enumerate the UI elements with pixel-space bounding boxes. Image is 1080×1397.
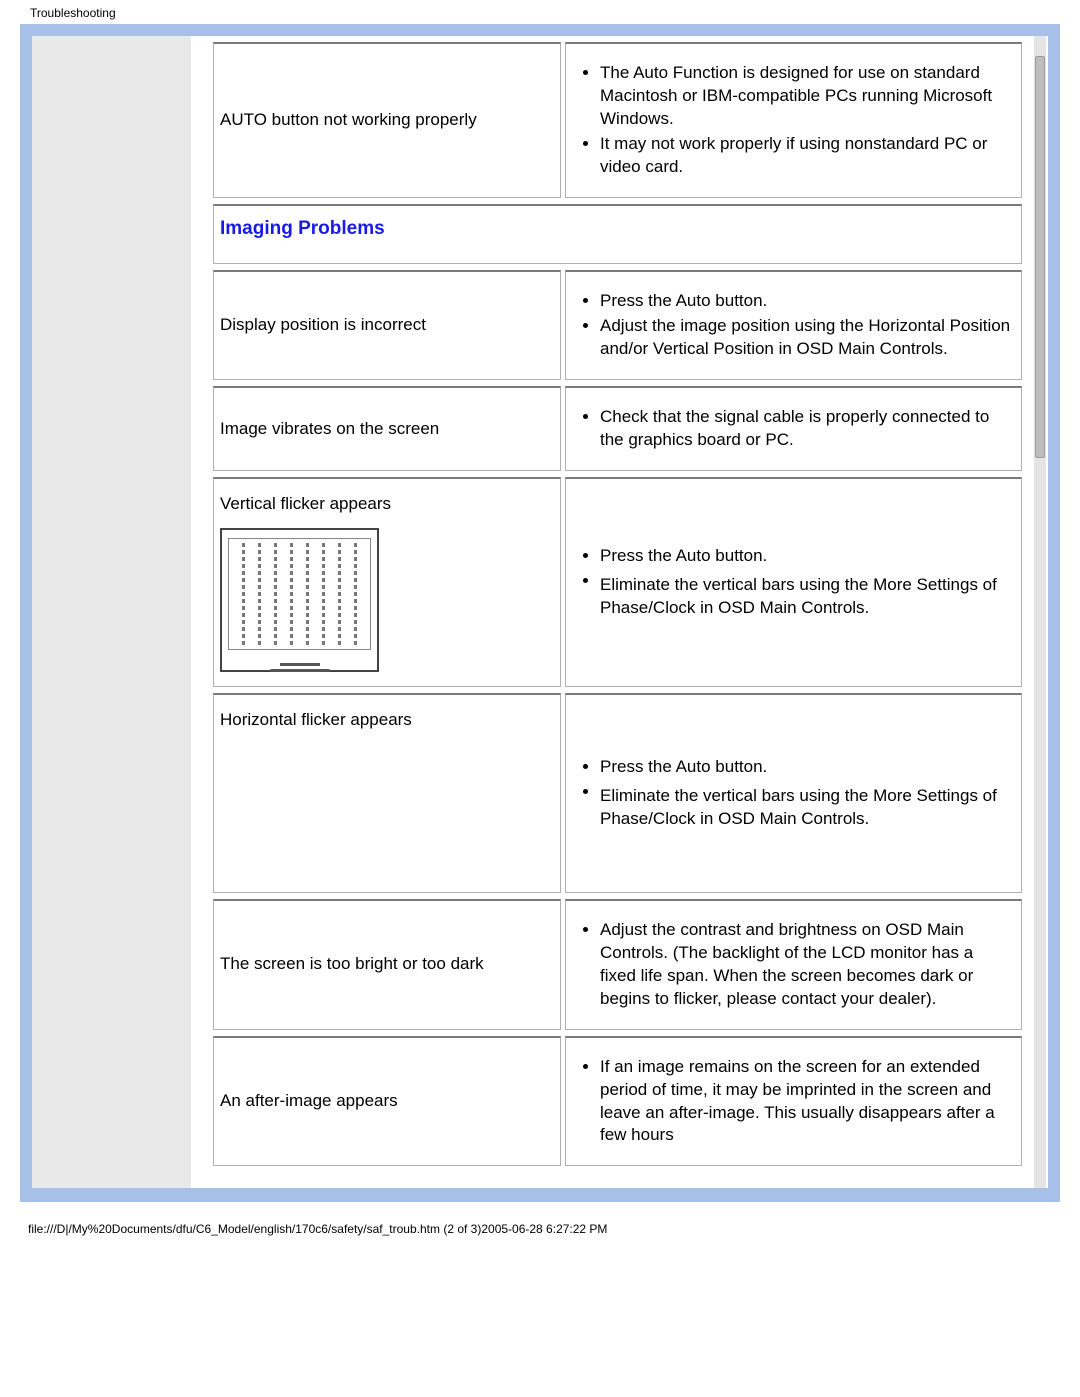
problem-text: Display position is incorrect xyxy=(220,315,426,334)
table-row: Display position is incorrect Press the … xyxy=(213,270,1022,380)
problem-cell: AUTO button not working properly xyxy=(213,42,561,198)
solution-item: Press the Auto button. xyxy=(600,756,1011,779)
solution-cell: If an image remains on the screen for an… xyxy=(565,1036,1022,1167)
table-section-row: Imaging Problems xyxy=(213,204,1022,265)
flicker-stripe-icon xyxy=(338,543,341,645)
vertical-scrollbar-thumb[interactable] xyxy=(1035,56,1045,458)
monitor-stand-icon xyxy=(280,663,320,666)
problem-text: Image vibrates on the screen xyxy=(220,419,439,438)
table-row: AUTO button not working properly The Aut… xyxy=(213,42,1022,198)
problem-text: An after-image appears xyxy=(220,1091,398,1110)
solution-item: Press the Auto button. xyxy=(600,545,1011,568)
flicker-stripe-icon xyxy=(242,543,245,645)
solution-cell: The Auto Function is designed for use on… xyxy=(565,42,1022,198)
monitor-base-icon xyxy=(270,669,330,672)
table-row: The screen is too bright or too dark Adj… xyxy=(213,899,1022,1030)
problem-cell: Display position is incorrect xyxy=(213,270,561,380)
page-title: Troubleshooting xyxy=(0,0,1080,24)
solution-item: Adjust the contrast and brightness on OS… xyxy=(600,919,1011,1011)
solution-cell: Press the Auto button. Adjust the image … xyxy=(565,270,1022,380)
section-heading: Imaging Problems xyxy=(213,204,1022,265)
table-row: An after-image appears If an image remai… xyxy=(213,1036,1022,1167)
problem-cell: Vertical flicker appears xyxy=(213,477,561,687)
vertical-scrollbar[interactable] xyxy=(1034,36,1046,1188)
solution-list: Press the Auto button. Adjust the image … xyxy=(572,290,1011,361)
solution-cell: Check that the signal cable is properly … xyxy=(565,386,1022,471)
content-panel: AUTO button not working properly The Aut… xyxy=(32,36,1048,1188)
table-row: Image vibrates on the screen Check that … xyxy=(213,386,1022,471)
solution-list: Adjust the contrast and brightness on OS… xyxy=(572,919,1011,1011)
table-row: Horizontal flicker appears Press the Aut… xyxy=(213,693,1022,893)
problem-cell: Horizontal flicker appears xyxy=(213,693,561,893)
solution-cell: Press the Auto button. Eliminate the ver… xyxy=(565,693,1022,893)
flicker-stripe-icon xyxy=(322,543,325,645)
solution-list: If an image remains on the screen for an… xyxy=(572,1056,1011,1148)
problem-cell: Image vibrates on the screen xyxy=(213,386,561,471)
solution-list: Press the Auto button. Eliminate the ver… xyxy=(572,545,1011,620)
monitor-flicker-illustration xyxy=(220,528,379,672)
problem-cell: An after-image appears xyxy=(213,1036,561,1167)
solution-item: Eliminate the vertical bars using the Mo… xyxy=(600,574,1011,620)
solution-cell: Press the Auto button. Eliminate the ver… xyxy=(565,477,1022,687)
problem-text: The screen is too bright or too dark xyxy=(220,954,484,973)
solution-item: The Auto Function is designed for use on… xyxy=(600,62,1011,131)
solution-item: Adjust the image position using the Hori… xyxy=(600,315,1011,361)
left-navigation-gutter xyxy=(32,36,191,1188)
flicker-stripe-icon xyxy=(258,543,261,645)
outer-band: AUTO button not working properly The Aut… xyxy=(20,24,1060,1202)
main-content: AUTO button not working properly The Aut… xyxy=(191,36,1044,1188)
solution-item: If an image remains on the screen for an… xyxy=(600,1056,1011,1148)
flicker-stripe-icon xyxy=(306,543,309,645)
flicker-stripe-icon xyxy=(290,543,293,645)
solution-item: Press the Auto button. xyxy=(600,290,1011,313)
monitor-screen-area xyxy=(228,538,371,650)
solution-item: Check that the signal cable is properly … xyxy=(600,406,1011,452)
table-row: Vertical flicker appears xyxy=(213,477,1022,687)
footer-file-path: file:///D|/My%20Documents/dfu/C6_Model/e… xyxy=(28,1222,1080,1236)
flicker-stripe-icon xyxy=(354,543,357,645)
solution-item: It may not work properly if using nonsta… xyxy=(600,133,1011,179)
problem-text: AUTO button not working properly xyxy=(220,110,477,129)
solution-list: Check that the signal cable is properly … xyxy=(572,406,1011,452)
solution-cell: Adjust the contrast and brightness on OS… xyxy=(565,899,1022,1030)
problem-cell: The screen is too bright or too dark xyxy=(213,899,561,1030)
solution-list: Press the Auto button. Eliminate the ver… xyxy=(572,756,1011,831)
troubleshooting-table: AUTO button not working properly The Aut… xyxy=(209,36,1026,1172)
solution-list: The Auto Function is designed for use on… xyxy=(572,62,1011,179)
problem-text: Horizontal flicker appears xyxy=(220,710,412,729)
solution-item: Eliminate the vertical bars using the Mo… xyxy=(600,785,1011,831)
flicker-stripe-icon xyxy=(274,543,277,645)
problem-text: Vertical flicker appears xyxy=(220,494,391,513)
